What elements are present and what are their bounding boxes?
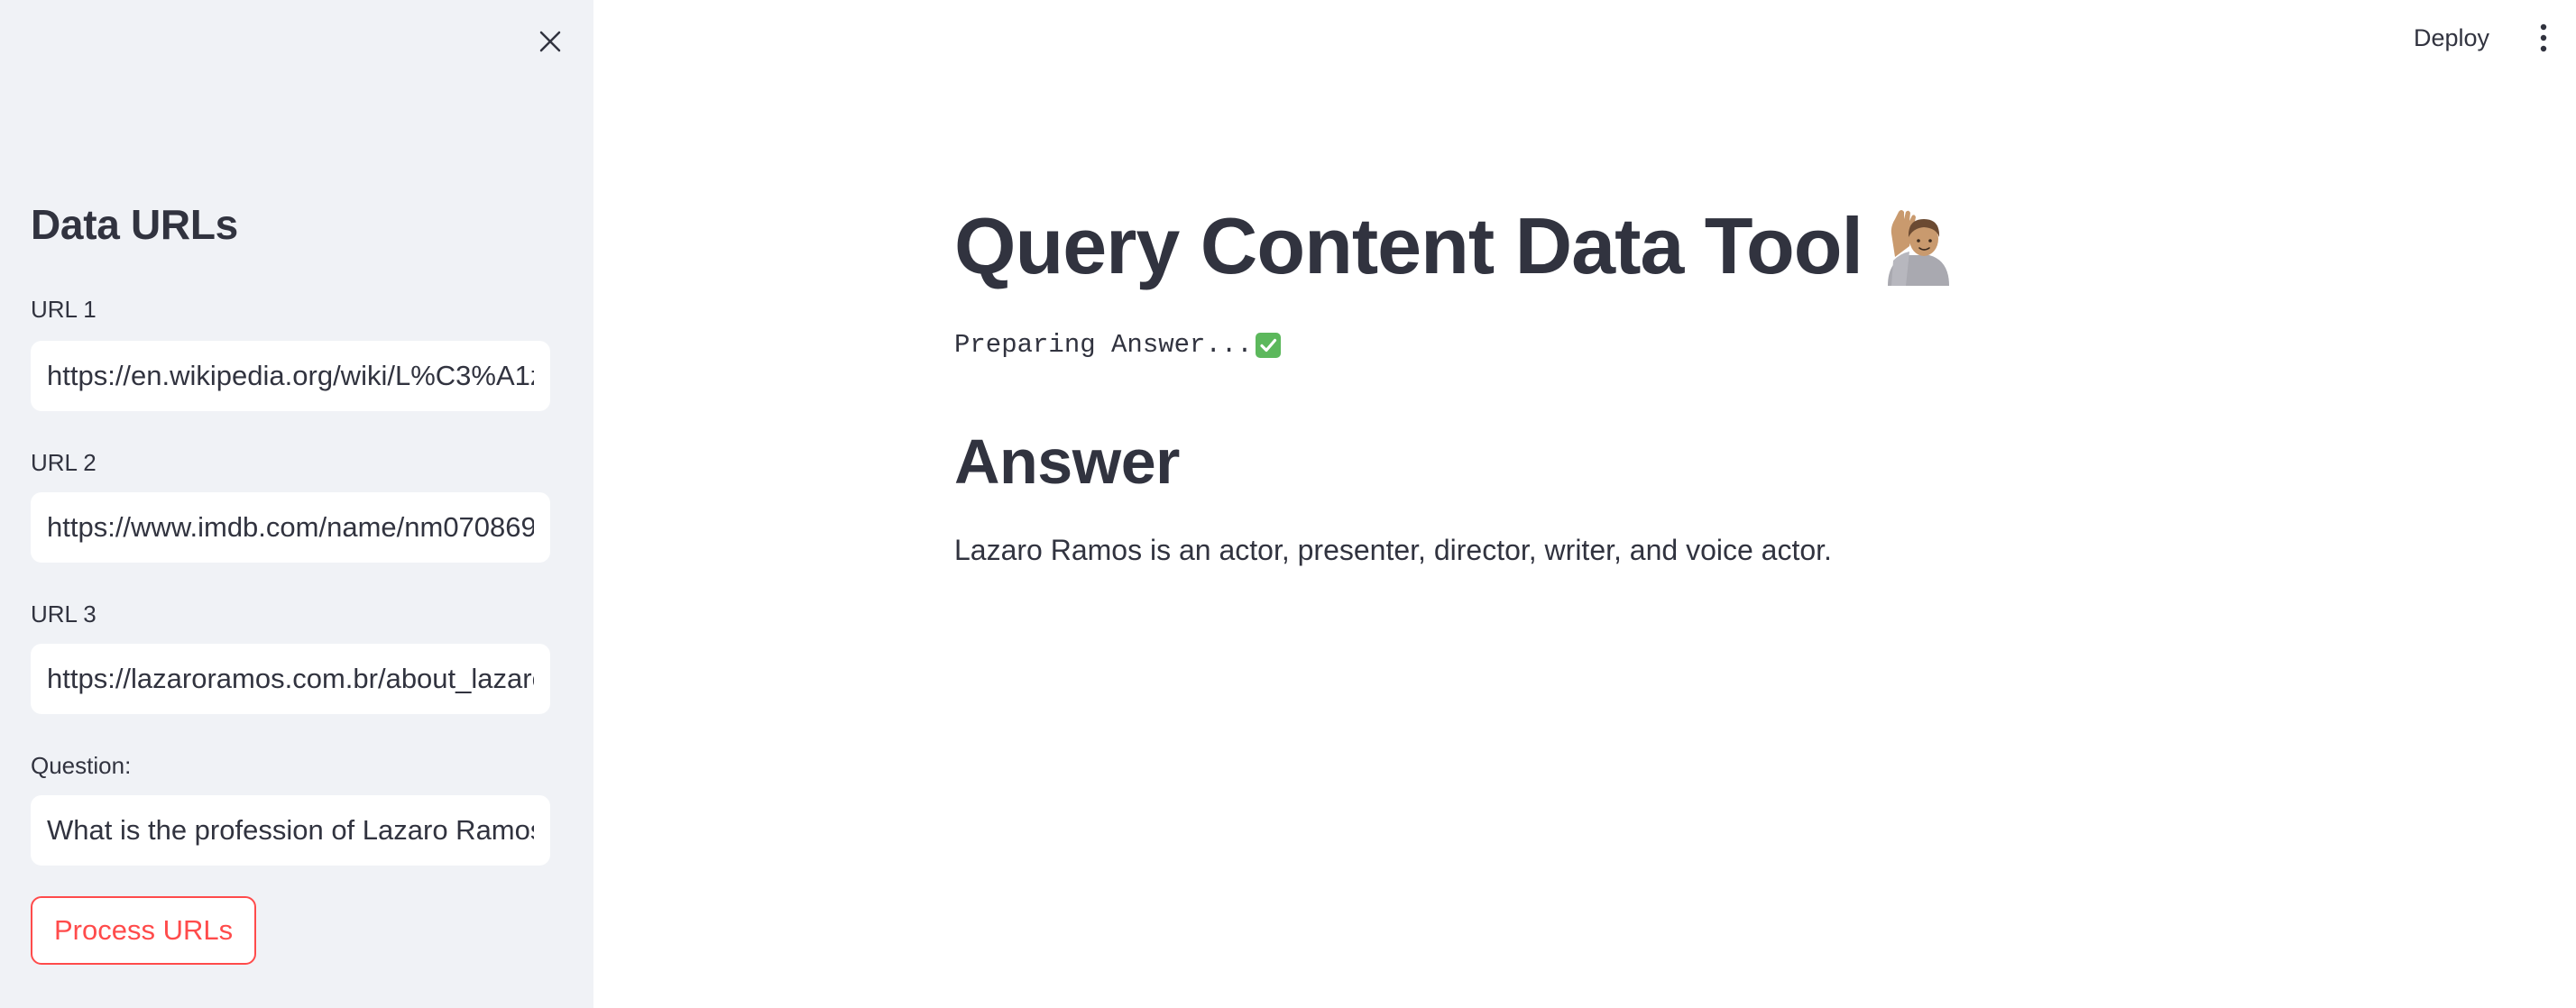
url-2-label: URL 2 (31, 449, 97, 476)
answer-text: Lazaro Ramos is an actor, presenter, dir… (954, 534, 1832, 566)
url-1-label: URL 1 (31, 296, 97, 323)
person-raising-hand-icon (1887, 210, 1949, 286)
status-message: Preparing Answer... (954, 330, 1282, 360)
close-icon (539, 31, 561, 52)
more-vertical-icon (2540, 23, 2547, 52)
sidebar-title: Data URLs (31, 201, 238, 248)
status-text: Preparing Answer... (954, 330, 1253, 360)
check-mark-icon (1255, 332, 1281, 358)
url-3-input[interactable] (31, 644, 550, 714)
sidebar: Data URLs URL 1 URL 2 URL 3 Question: Pr… (0, 0, 593, 1008)
app-root: Data URLs URL 1 URL 2 URL 3 Question: Pr… (0, 0, 2576, 1008)
close-sidebar-button[interactable] (529, 20, 572, 63)
question-input[interactable] (31, 795, 550, 866)
main-menu-button[interactable] (2525, 16, 2562, 60)
url-2-input[interactable] (31, 492, 550, 563)
page-title-text: Query Content Data Tool (954, 201, 1863, 290)
answer-heading: Answer (954, 426, 1180, 497)
deploy-button[interactable]: Deploy (2403, 16, 2500, 60)
url-3-label: URL 3 (31, 600, 97, 628)
page-title: Query Content Data Tool (954, 200, 1955, 292)
url-1-input[interactable] (31, 341, 550, 411)
process-urls-button[interactable]: Process URLs (31, 896, 257, 965)
question-label: Question: (31, 752, 132, 779)
